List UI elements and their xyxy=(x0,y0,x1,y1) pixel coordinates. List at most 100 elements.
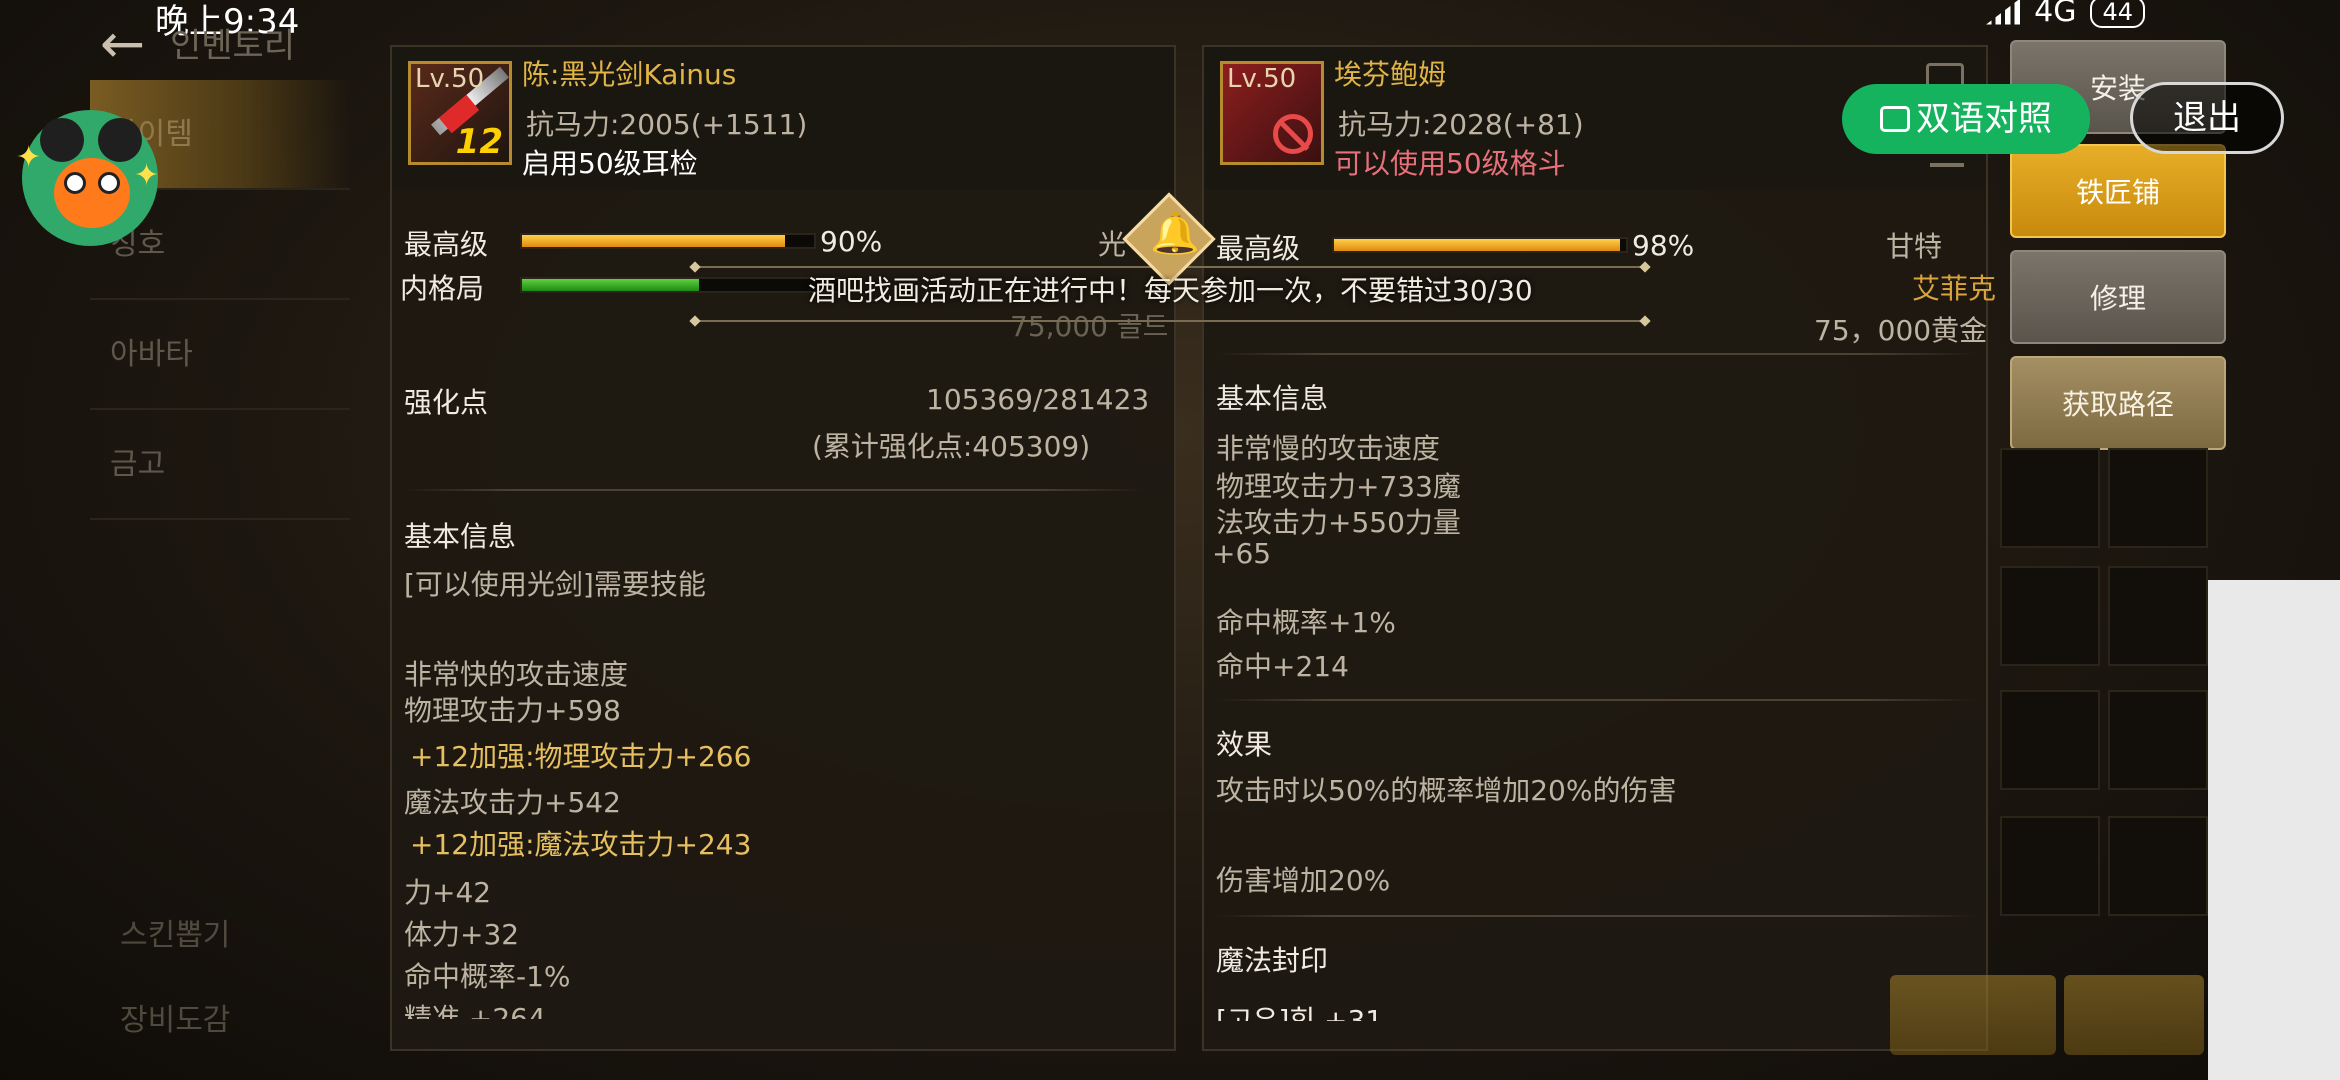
inventory-slot[interactable] xyxy=(2108,816,2208,916)
attack-speed: 非常快的攻击速度 xyxy=(404,658,629,691)
grade-label: 最高级 xyxy=(1216,232,1301,265)
divider xyxy=(1216,353,1976,355)
blacksmith-button[interactable]: 铁匠铺 xyxy=(2010,144,2226,238)
item-name: 陈:黑光剑Kainus xyxy=(522,58,737,91)
magic-seal-partial: [고유]힘 +31 xyxy=(1216,1004,1384,1021)
event-notice[interactable]: 酒吧找画活动正在进行中！每天参加一次，不要错过30/30 xyxy=(808,269,1533,309)
bell-icon: 🔔 xyxy=(1150,211,1200,257)
enhance-label: 强化点 xyxy=(404,386,489,419)
physical-attack-bonus: +12加强:物理攻击力+266 xyxy=(410,740,752,773)
enhance-level: 12 xyxy=(455,122,503,162)
item-usable: 启用50级耳检 xyxy=(522,147,698,180)
grade-bar xyxy=(520,233,816,249)
item-price: 75，000黄金 xyxy=(1814,314,1988,347)
network-type: 4G xyxy=(2034,0,2077,29)
gauntlet-item-icon: Lv.50 xyxy=(1220,61,1324,165)
attack-speed: 非常慢的攻击速度 xyxy=(1216,432,1441,465)
mascot-ear-right xyxy=(98,118,142,162)
mascot-eye xyxy=(64,172,86,194)
grade-bar xyxy=(1332,237,1628,253)
inventory-title: 인벤토리 xyxy=(170,26,296,66)
bilingual-label: 双语对照 xyxy=(1916,99,2052,139)
sparkle-icon: ✦ xyxy=(16,140,42,175)
price-partial: 75,000 골드 xyxy=(1010,310,1169,343)
accuracy-stat-partial: 精准 +264 xyxy=(404,1002,546,1019)
compare-item-tooltip: Lv.50 埃芬鲍姆 抗马力:2028(+81) 可以使用50级格斗 最高级 9… xyxy=(1202,45,1996,1051)
item-resist: 抗马力:2005(+1511) xyxy=(526,108,808,141)
back-arrow-icon[interactable]: ← xyxy=(100,12,160,75)
effect-line-1: 攻击时以50%的概率增加20%的伤害 xyxy=(1216,774,1677,807)
inner-bar-fill xyxy=(522,279,699,291)
sword-item-icon: Lv.50 12 xyxy=(408,61,512,165)
magic-attack: 法攻击力+550力量 xyxy=(1216,506,1461,539)
mascot-eye xyxy=(98,172,120,194)
inventory-slot[interactable] xyxy=(2000,690,2100,790)
hit-stat: 命中+214 xyxy=(1216,650,1349,683)
item-usable: 可以使用50级格斗 xyxy=(1334,147,1566,180)
strength-value: +65 xyxy=(1212,537,1272,570)
grade-bar-fill xyxy=(522,235,785,247)
inner-label: 内格局 xyxy=(400,272,485,305)
sparkle-icon: ✦ xyxy=(134,158,160,193)
sidebar-item-avatar[interactable]: 아바타 xyxy=(90,300,350,410)
enhance-value: 105369/281423 xyxy=(926,383,1150,416)
divider xyxy=(1216,915,1976,917)
effect-line-2: 伤害增加20% xyxy=(1216,864,1391,897)
inventory-slot[interactable] xyxy=(2108,448,2208,548)
element-label: 光 xyxy=(1098,228,1127,261)
physical-attack: 物理攻击力+598 xyxy=(404,694,621,727)
strength-stat: 力+42 xyxy=(404,876,492,909)
magic-attack: 魔法攻击力+542 xyxy=(404,786,621,819)
sidebar-item-vault[interactable]: 금고 xyxy=(90,410,350,520)
inventory-slot[interactable] xyxy=(2108,690,2208,790)
translate-icon xyxy=(1880,106,1910,132)
equipment-dex-link[interactable]: 장비도감 xyxy=(120,995,230,1039)
inner-bar xyxy=(520,277,840,293)
mascot-avatar[interactable]: ✦ ✦ xyxy=(16,110,160,246)
equipped-item-tooltip: Lv.50 12 陈:黑光剑Kainus 抗马力:2005(+1511) 启用5… xyxy=(390,45,1176,1051)
vitality-stat: 体力+32 xyxy=(404,918,520,951)
basic-info-title: 基本信息 xyxy=(404,520,517,553)
effect-title: 效果 xyxy=(1216,728,1273,761)
battery-indicator: 44 xyxy=(2090,0,2145,28)
bottom-action-button[interactable] xyxy=(1890,975,2056,1055)
inventory-slot[interactable] xyxy=(2108,566,2208,666)
grade-bar-fill xyxy=(1334,239,1621,251)
inventory-slot[interactable] xyxy=(2000,448,2100,548)
bottom-action-button[interactable] xyxy=(2064,975,2204,1055)
repair-button[interactable]: 修理 xyxy=(2010,250,2226,344)
item-level: Lv.50 xyxy=(1227,64,1297,94)
magic-seal-title: 魔法封印 xyxy=(1216,944,1329,977)
skill-requirement: [可以使用光剑]需要技能 xyxy=(404,568,706,601)
item-name: 埃芬鲍姆 xyxy=(1334,58,1447,91)
bilingual-toggle-button[interactable]: 双语对照 xyxy=(1842,84,2090,154)
enhance-total: (累计强化点:405309) xyxy=(812,430,1091,463)
basic-info-title: 基本信息 xyxy=(1216,382,1329,415)
item-type: 甘特 xyxy=(1886,230,1943,263)
hit-rate: 命中概率+1% xyxy=(1216,606,1396,639)
grade-percent: 98% xyxy=(1632,229,1695,262)
mascot-face xyxy=(54,158,130,228)
item-resist: 抗马力:2028(+81) xyxy=(1338,108,1584,141)
hit-rate-stat: 命中概率-1% xyxy=(404,960,571,993)
signal-icon xyxy=(1986,0,2021,25)
notice-line-bottom xyxy=(695,320,1645,322)
exit-button[interactable]: 退出 xyxy=(2130,82,2284,154)
mascot-ear-left xyxy=(40,118,84,162)
ban-icon xyxy=(1273,114,1313,154)
inventory-slot[interactable] xyxy=(2000,816,2100,916)
item-level: Lv.50 xyxy=(415,64,485,94)
inventory-slot[interactable] xyxy=(2000,566,2100,666)
physical-attack: 物理攻击力+733魔 xyxy=(1216,470,1461,503)
grade-label: 最高级 xyxy=(404,228,489,261)
status-indicators: 4G 44 xyxy=(1986,0,2145,29)
divider xyxy=(404,489,1144,491)
obtain-path-button[interactable]: 获取路径 xyxy=(2010,356,2226,450)
magic-attack-bonus: +12加强:魔法攻击力+243 xyxy=(410,828,752,861)
grade-percent: 90% xyxy=(820,225,883,258)
divider xyxy=(1216,699,1976,701)
skin-draw-link[interactable]: 스킨뽑기 xyxy=(120,910,230,954)
item-maker: 艾菲克 xyxy=(1912,272,1997,305)
item-header: Lv.50 12 陈:黑光剑Kainus 抗马力:2005(+1511) 启用5… xyxy=(392,47,1174,189)
side-white-panel xyxy=(2208,580,2340,1080)
